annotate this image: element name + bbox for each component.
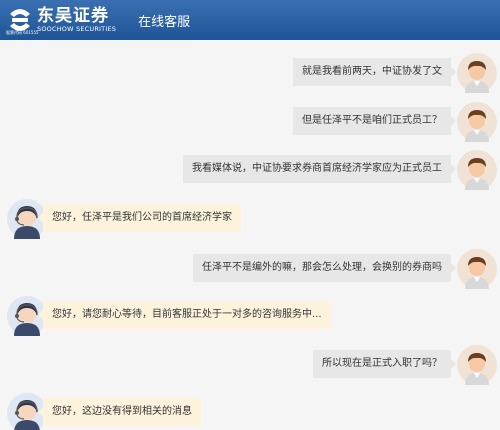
user-avatar-icon — [457, 345, 497, 385]
chat-message-user: 就是我看前两天，中证协发了文 — [0, 53, 500, 93]
message-bubble: 您好，请您耐心等待，目前客服正处于一对多的咨询服务中... — [38, 301, 331, 329]
brand-name-cn: 东吴证券 — [37, 6, 109, 26]
message-bubble: 任泽平不是编外的嘛，那会怎么处理，会换别的券商吗 — [193, 254, 456, 282]
message-bubble: 所以现在是正式入职了吗？ — [313, 350, 456, 378]
message-bubble: 我看媒体说，中证协要求券商首席经济学家应为正式员工 — [183, 155, 456, 183]
chat-message-agent: 您好，这边没有得到相关的消息 — [0, 393, 500, 430]
chat-message-agent: 您好，请您耐心等待，目前客服正处于一对多的咨询服务中... — [0, 296, 500, 336]
brand-name-en: SOOCHOW SECURITIES — [37, 25, 117, 33]
brand-tag: 股票代码 601555 — [6, 30, 39, 35]
chat-message-user: 所以现在是正式入职了吗？ — [0, 345, 500, 385]
chat-message-agent: 您好，任泽平是我们公司的首席经济学家 — [0, 199, 500, 239]
user-avatar-icon — [457, 53, 497, 93]
user-avatar-icon — [457, 150, 497, 190]
message-bubble: 您好，这边没有得到相关的消息 — [38, 398, 201, 426]
chat-message-user: 但是任泽平不是咱们正式员工？ — [0, 102, 500, 142]
page-title: 在线客服 — [138, 14, 191, 30]
header-bar: 东吴证券 SOOCHOW SECURITIES 股票代码 601555 在线客服 — [0, 0, 500, 40]
user-avatar-icon — [457, 102, 497, 142]
user-avatar-icon — [457, 249, 497, 289]
message-bubble: 您好，任泽平是我们公司的首席经济学家 — [38, 204, 241, 232]
message-bubble: 但是任泽平不是咱们正式员工？ — [293, 107, 456, 135]
chat-message-user: 任泽平不是编外的嘛，那会怎么处理，会换别的券商吗 — [0, 249, 500, 289]
message-bubble: 就是我看前两天，中证协发了文 — [293, 58, 456, 86]
chat-area[interactable]: 就是我看前两天，中证协发了文 但是任泽平不是咱们正式员工？ 我看媒体说，中证协要… — [0, 40, 500, 430]
chat-message-user: 我看媒体说，中证协要求券商首席经济学家应为正式员工 — [0, 150, 500, 190]
